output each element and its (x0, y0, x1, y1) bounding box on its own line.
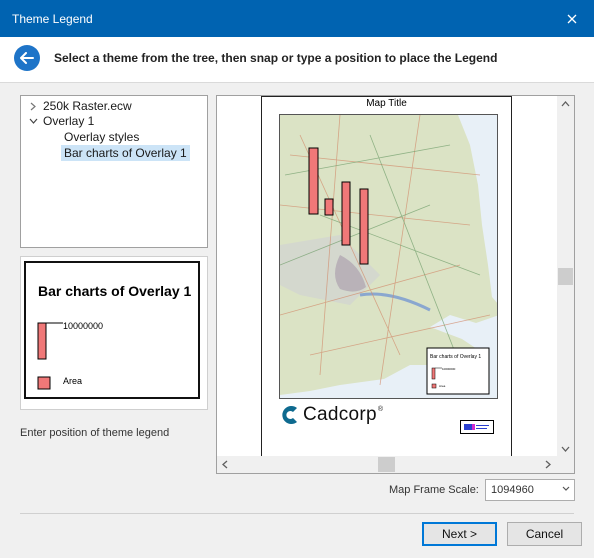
logo-text: Cadcorp (303, 404, 377, 425)
tree-item-overlay-styles[interactable]: Overlay styles (64, 129, 139, 145)
tree-item-overlay[interactable]: Overlay 1 (43, 113, 94, 129)
legend-symbols (37, 322, 63, 390)
scroll-down-icon[interactable] (561, 446, 570, 452)
map-image: Bar charts of Overlay 1 10000000 Area (280, 115, 497, 398)
wizard-header: Select a theme from the tree, then snap … (0, 37, 594, 83)
legend-title: Bar charts of Overlay 1 (38, 283, 192, 299)
vertical-scroll-thumb[interactable] (558, 268, 573, 285)
legend-area-swatch (37, 376, 51, 390)
close-icon (567, 14, 577, 23)
next-button[interactable]: Next > (422, 522, 497, 546)
map-bar (341, 181, 351, 246)
theme-tree[interactable]: 250k Raster.ecw Overlay 1 Overlay styles… (20, 95, 208, 248)
title-bar: Theme Legend (0, 0, 594, 37)
legend-frame: Bar charts of Overlay 1 10000000 Area (24, 261, 200, 399)
position-hint: Enter position of theme legend (20, 427, 170, 439)
tree-item-bar-charts[interactable]: Bar charts of Overlay 1 (61, 145, 190, 161)
tree-item-raster[interactable]: 250k Raster.ecw (43, 98, 132, 114)
mini-legend-bar-swatch (431, 367, 436, 380)
legend-preview: Bar charts of Overlay 1 10000000 Area (20, 256, 208, 410)
arrow-left-icon (20, 52, 34, 64)
scroll-left-icon[interactable] (222, 460, 228, 469)
chevron-down-icon[interactable] (27, 113, 39, 129)
cancel-button[interactable]: Cancel (507, 522, 582, 546)
back-button[interactable] (14, 45, 40, 71)
mini-legend-area-label: Area (439, 384, 446, 388)
map-page: Map Title Bar charts of Overlay 1 100000… (261, 96, 512, 457)
mini-legend-bar-value: 10000000 (442, 367, 456, 371)
legend-bar-swatch (37, 322, 47, 360)
map-frame-scale-combo[interactable]: 1094960 (485, 479, 575, 501)
close-button[interactable] (550, 0, 594, 37)
mini-legend-area-swatch (431, 383, 437, 389)
scroll-right-icon[interactable] (545, 460, 551, 469)
cadcorp-logo-icon (282, 406, 297, 424)
north-arrow-box (460, 420, 494, 434)
window-title: Theme Legend (12, 12, 93, 26)
chevron-right-icon[interactable] (27, 98, 39, 114)
map-bar (308, 147, 319, 215)
horizontal-scrollbar[interactable] (217, 456, 574, 473)
map-bar (324, 198, 334, 216)
map-frame-scale-value[interactable]: 1094960 (491, 484, 534, 496)
logo-mark: ® (377, 406, 384, 413)
vertical-scrollbar[interactable] (557, 96, 574, 458)
map-frame[interactable]: Bar charts of Overlay 1 10000000 Area (279, 114, 498, 399)
instruction-text: Select a theme from the tree, then snap … (54, 51, 498, 65)
chevron-down-icon[interactable] (562, 483, 570, 495)
scroll-up-icon[interactable] (561, 101, 570, 107)
horizontal-scroll-thumb[interactable] (378, 457, 395, 472)
cadcorp-logo: Cadcorp ® (279, 403, 383, 427)
mini-legend-title: Bar charts of Overlay 1 (430, 354, 481, 360)
footer-divider (20, 513, 574, 514)
map-preview[interactable]: Map Title Bar charts of Overlay 1 100000… (216, 95, 575, 474)
legend-area-label: Area (63, 376, 83, 386)
map-title: Map Title (366, 98, 407, 109)
map-bar (359, 188, 369, 265)
map-frame-scale-label: Map Frame Scale: (389, 484, 479, 496)
legend-bar-value: 10000000 (63, 321, 104, 331)
